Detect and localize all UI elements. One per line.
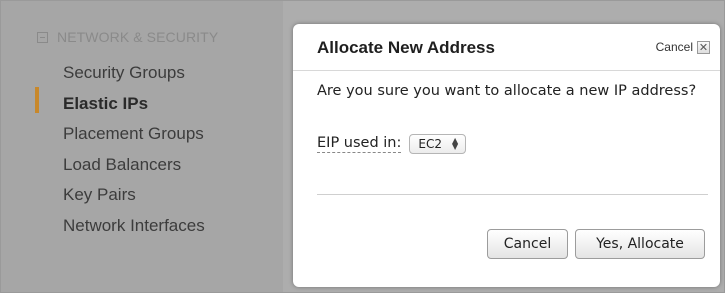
sidebar-nav: Security Groups Elastic IPs Placement Gr… <box>63 59 205 242</box>
active-item-marker <box>35 87 39 113</box>
eip-used-in-label: EIP used in: <box>317 135 402 153</box>
sidebar: NETWORK & SECURITY Security Groups Elast… <box>1 1 283 292</box>
confirmation-question: Are you sure you want to allocate a new … <box>317 83 697 99</box>
allocate-address-dialog: Allocate New Address Cancel ✕ Are you su… <box>293 24 720 287</box>
console-frame: NETWORK & SECURITY Security Groups Elast… <box>0 0 725 293</box>
dialog-cancel-link-label[interactable]: Cancel <box>656 40 693 54</box>
sidebar-item-network-interfaces[interactable]: Network Interfaces <box>63 212 205 243</box>
sidebar-item-key-pairs[interactable]: Key Pairs <box>63 181 205 212</box>
cancel-button[interactable]: Cancel <box>487 229 568 259</box>
dialog-title: Allocate New Address <box>317 38 495 57</box>
section-title: NETWORK & SECURITY <box>57 29 219 45</box>
section-header-network-security[interactable]: NETWORK & SECURITY <box>37 29 218 45</box>
title-divider <box>293 70 720 71</box>
sidebar-item-security-groups[interactable]: Security Groups <box>63 59 205 90</box>
sidebar-item-load-balancers[interactable]: Load Balancers <box>63 151 205 182</box>
sidebar-item-placement-groups[interactable]: Placement Groups <box>63 120 205 151</box>
yes-allocate-button[interactable]: Yes, Allocate <box>575 229 705 259</box>
dialog-close-link[interactable]: Cancel ✕ <box>656 40 710 54</box>
eip-scope-value: EC2 <box>418 137 442 151</box>
eip-used-in-row: EIP used in: EC2 ▲ ▼ <box>317 134 467 154</box>
sidebar-item-elastic-ips[interactable]: Elastic IPs <box>63 90 205 121</box>
eip-scope-select[interactable]: EC2 ▲ ▼ <box>409 134 467 154</box>
collapse-icon[interactable] <box>37 31 48 43</box>
close-icon[interactable]: ✕ <box>697 40 710 54</box>
select-arrows-icon: ▲ ▼ <box>451 136 459 151</box>
body-divider <box>317 194 708 195</box>
